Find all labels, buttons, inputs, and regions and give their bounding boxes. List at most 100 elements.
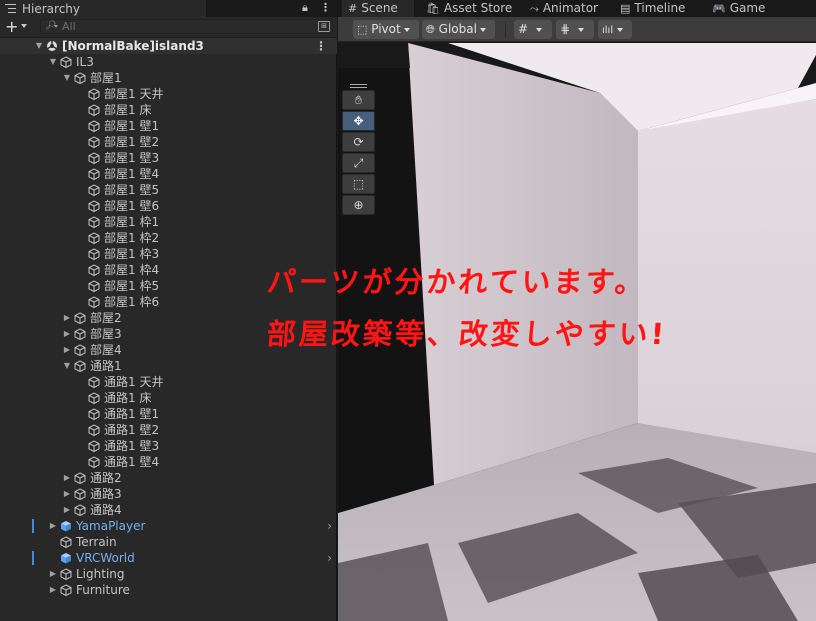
hand-tool-button[interactable]: ✋︎ (342, 90, 375, 110)
hierarchy-toolbar: + 🔎︎ All ⊞ (0, 17, 337, 38)
collapsed-arrow-icon[interactable]: ▶ (62, 345, 72, 355)
tab-scene[interactable]: # Scene (342, 0, 414, 17)
grid-snapping-button[interactable]: # (514, 20, 552, 39)
expanded-arrow-icon[interactable]: ▼ (48, 57, 58, 67)
tab-hierarchy[interactable]: Hierarchy (0, 0, 206, 17)
scene-root-row[interactable]: ▼ [NormalBake]island3 ⋮ (0, 38, 337, 54)
hierarchy-row[interactable]: 通路1 壁4 (0, 454, 337, 470)
hierarchy-row[interactable]: 部屋1 床 (0, 102, 337, 118)
hierarchy-row[interactable]: ▶ Furniture (0, 582, 337, 598)
gameobject-cube-icon (88, 184, 100, 197)
collapsed-arrow-icon[interactable]: ▶ (62, 489, 72, 499)
open-prefab-chevron-icon[interactable]: › (327, 550, 332, 566)
hierarchy-item-label: 通路3 (90, 487, 122, 501)
hierarchy-row[interactable]: 部屋1 壁6 (0, 198, 337, 214)
add-button[interactable]: + (5, 18, 18, 36)
hierarchy-item-label: 部屋1 壁5 (104, 183, 160, 197)
search-options-icon[interactable]: ⊞ (318, 21, 330, 32)
scale-tool-button[interactable]: ⤢ (342, 153, 375, 173)
hierarchy-row[interactable]: 通路1 壁2 (0, 422, 337, 438)
hierarchy-row[interactable]: 部屋1 壁3 (0, 150, 337, 166)
collapsed-arrow-icon[interactable]: ▶ (62, 473, 72, 483)
hierarchy-row[interactable]: 通路1 壁3 (0, 438, 337, 454)
transform-tool-button[interactable]: ⊕ (342, 195, 375, 215)
gameobject-cube-icon (88, 392, 100, 405)
pivot-dropdown[interactable]: ⬚ Pivot (353, 20, 419, 39)
hierarchy-item-label: 通路1 (90, 359, 122, 373)
collapsed-arrow-icon[interactable]: ▶ (62, 505, 72, 515)
hierarchy-row[interactable]: 部屋1 枠2 (0, 230, 337, 246)
add-dropdown-icon[interactable] (21, 24, 27, 28)
hierarchy-row[interactable]: 部屋1 壁1 (0, 118, 337, 134)
hierarchy-row[interactable]: 通路1 天井 (0, 374, 337, 390)
grid-icon: # (348, 2, 358, 15)
scene-tab-bar: # Scene 🛍 Asset Store ⤳ Animator ▤ Timeline 🎮 Gam… (338, 0, 816, 17)
hierarchy-item-label: 部屋1 壁2 (104, 135, 160, 149)
hierarchy-row[interactable]: 部屋1 天井 (0, 86, 337, 102)
hierarchy-row[interactable]: ▼ 通路1 (0, 358, 337, 374)
rotate-tool-button[interactable]: ⟳ (342, 132, 375, 152)
expanded-arrow-icon[interactable]: ▼ (34, 41, 44, 51)
gameobject-cube-icon (88, 232, 100, 245)
increment-snap-icon: ⋕ (560, 22, 571, 36)
hierarchy-row[interactable]: ▼ IL3 (0, 54, 337, 70)
expanded-arrow-icon[interactable]: ▼ (62, 73, 72, 83)
transform-icon: ⊕ (353, 198, 364, 212)
hierarchy-row[interactable]: 部屋1 壁5 (0, 182, 337, 198)
hierarchy-row[interactable]: 通路1 床 (0, 390, 337, 406)
hierarchy-row[interactable]: ▶ Lighting (0, 566, 337, 582)
hierarchy-row[interactable]: VRCWorld › (0, 550, 337, 566)
global-dropdown[interactable]: 🌐︎ Global (422, 20, 495, 39)
collapsed-arrow-icon[interactable]: ▶ (48, 585, 58, 595)
hierarchy-row[interactable]: 通路1 壁1 (0, 406, 337, 422)
collapsed-arrow-icon[interactable]: ▶ (62, 329, 72, 339)
rotate-icon: ⟳ (353, 135, 364, 149)
gameobject-cube-icon (74, 472, 86, 485)
search-filter-caret-icon[interactable] (54, 25, 58, 28)
tab-animator[interactable]: ⤳ Animator (524, 0, 610, 17)
rect-tool-button[interactable]: ⬚ (342, 174, 375, 194)
expanded-arrow-icon[interactable]: ▼ (62, 361, 72, 371)
open-prefab-chevron-icon[interactable]: › (327, 518, 332, 534)
hierarchy-row[interactable]: 部屋1 壁2 (0, 134, 337, 150)
hierarchy-item-label: 通路1 壁1 (104, 407, 160, 421)
tab-menu-icon[interactable]: ⋮ (320, 1, 331, 14)
hierarchy-row[interactable]: ▶ YamaPlayer › (0, 518, 337, 534)
hierarchy-row[interactable]: 部屋1 枠1 (0, 214, 337, 230)
gameobject-cube-icon (88, 456, 100, 469)
hierarchy-row[interactable]: ▶ 通路2 (0, 470, 337, 486)
collapsed-arrow-icon[interactable]: ▶ (48, 569, 58, 579)
tab-label: Game (729, 1, 766, 15)
hierarchy-item-label: 部屋4 (90, 343, 122, 357)
hierarchy-row[interactable]: Terrain (0, 534, 337, 550)
gameobject-cube-icon (74, 360, 86, 373)
collapsed-arrow-icon[interactable]: ▶ (62, 313, 72, 323)
snap-settings-icon: ılıl (602, 25, 614, 36)
tab-timeline[interactable]: ▤ Timeline (614, 0, 702, 17)
hierarchy-item-label: VRCWorld (76, 551, 135, 565)
increment-snap-button[interactable]: ⋕ (556, 20, 594, 39)
gamepad-icon: 🎮 (712, 2, 726, 15)
hierarchy-row[interactable]: ▼ 部屋1 (0, 70, 337, 86)
search-placeholder: All (62, 20, 76, 33)
hierarchy-item-label: 通路1 壁2 (104, 423, 160, 437)
tab-asset-store[interactable]: 🛍 Asset Store (420, 0, 520, 17)
search-input[interactable]: 🔎︎ All ⊞ (40, 19, 333, 34)
hierarchy-row[interactable]: ▶ 通路3 (0, 486, 337, 502)
snap-settings-button[interactable]: ılıl (598, 20, 632, 39)
timeline-icon: ▤ (620, 2, 631, 15)
scene-menu-icon[interactable]: ⋮ (315, 38, 327, 54)
hierarchy-icon (5, 4, 16, 13)
hierarchy-item-label: 部屋1 壁3 (104, 151, 160, 165)
hierarchy-item-label: 通路4 (90, 503, 122, 517)
move-tool-button[interactable]: ✥ (342, 111, 375, 131)
hierarchy-row[interactable]: ▶ 通路4 (0, 502, 337, 518)
gameobject-cube-icon (88, 376, 100, 389)
tab-game[interactable]: 🎮 Game (706, 0, 776, 17)
collapsed-arrow-icon[interactable]: ▶ (48, 521, 58, 531)
hierarchy-row[interactable]: 部屋1 壁4 (0, 166, 337, 182)
prefab-override-marker (32, 551, 34, 565)
overlay-drag-handle[interactable] (350, 84, 367, 88)
lock-icon[interactable]: 🔒︎ (302, 1, 308, 15)
hierarchy-row[interactable]: 部屋1 枠3 (0, 246, 337, 262)
